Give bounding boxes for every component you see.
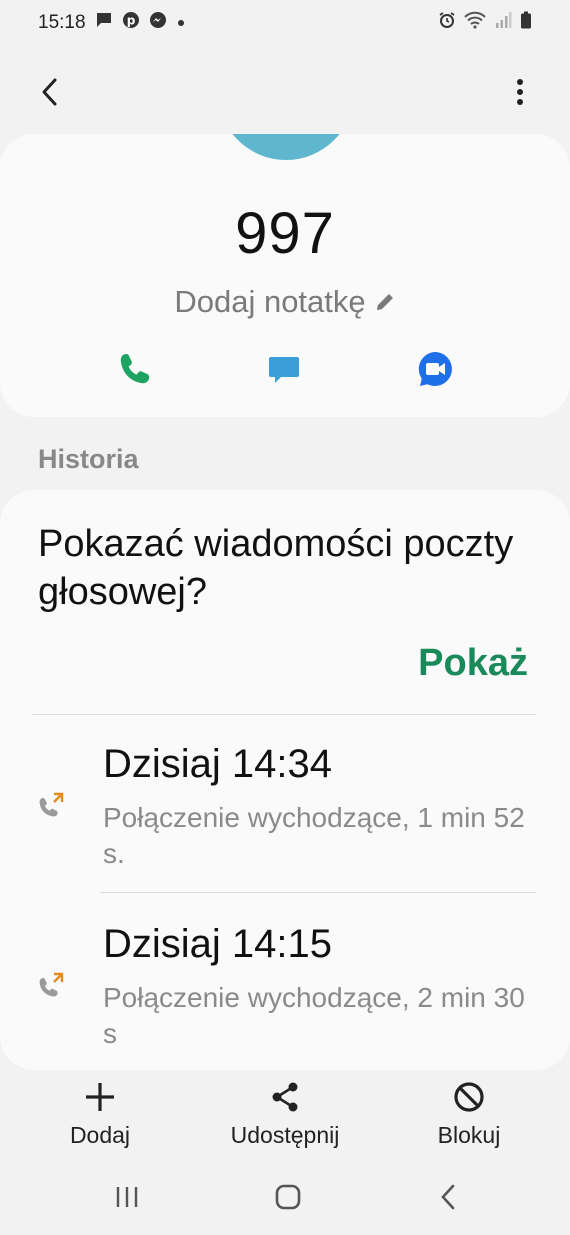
recent-apps-button[interactable] <box>107 1180 147 1214</box>
call-description: Połączenie wychodzące, 2 min 30 s <box>103 982 525 1049</box>
add-contact-button[interactable]: Dodaj <box>25 1080 175 1160</box>
history-card: Pokazać wiadomości poczty głosowej? Poka… <box>0 490 570 1070</box>
call-time: Dzisiaj 14:34 <box>103 742 333 786</box>
home-button[interactable] <box>268 1180 308 1214</box>
outgoing-call-icon <box>36 970 66 1000</box>
voicemail-prompt: Pokazać wiadomości poczty głosowej? <box>38 523 514 613</box>
pencil-icon <box>376 294 393 310</box>
battery-icon <box>520 11 532 35</box>
home-icon <box>275 1184 301 1210</box>
outgoing-call-icon <box>36 790 66 820</box>
svg-text:p: p <box>126 14 135 28</box>
chat-icon <box>269 357 299 383</box>
system-back-button[interactable] <box>428 1180 468 1214</box>
status-left: 15:18 p <box>38 11 186 35</box>
more-vertical-icon <box>517 79 523 105</box>
add-label: Dodaj <box>69 1122 131 1148</box>
dot-icon <box>176 12 186 34</box>
alarm-icon <box>438 11 456 35</box>
block-button[interactable]: Blokuj <box>394 1080 544 1160</box>
add-note-label: Dodaj notatkę <box>174 284 366 319</box>
phone-icon <box>120 354 150 384</box>
history-title: Historia <box>38 444 139 474</box>
chevron-left-icon <box>42 78 57 106</box>
divider <box>100 892 536 893</box>
divider <box>32 714 536 715</box>
contact-card: 997 Dodaj notatkę <box>0 134 570 417</box>
system-nav-bar <box>0 1170 570 1225</box>
video-call-button[interactable] <box>410 344 460 394</box>
share-label: Udostępnij <box>230 1122 340 1148</box>
block-label: Blokuj <box>437 1122 501 1148</box>
status-time: 15:18 <box>38 12 86 33</box>
signal-icon <box>494 11 512 35</box>
bottom-actions: Dodaj Udostępnij Blokuj <box>0 1080 570 1160</box>
status-right <box>438 11 532 35</box>
recents-icon <box>116 1187 138 1207</box>
contact-actions <box>0 344 570 394</box>
message-button[interactable] <box>259 344 309 394</box>
more-options-button[interactable] <box>500 72 540 112</box>
video-icon <box>418 352 452 386</box>
block-icon <box>454 1082 484 1112</box>
add-note-button[interactable]: Dodaj notatkę <box>0 284 570 320</box>
messenger-icon <box>149 11 167 35</box>
pinterest-icon: p <box>122 11 140 35</box>
share-icon <box>272 1082 298 1112</box>
wifi-icon <box>464 11 486 35</box>
show-voicemail-button[interactable]: Pokaż <box>418 642 528 685</box>
plus-icon <box>86 1083 114 1111</box>
call-description: Połączenie wychodzące, 1 min 52 s. <box>103 802 525 869</box>
message-icon <box>95 11 113 35</box>
share-button[interactable]: Udostępnij <box>210 1080 360 1160</box>
chevron-left-icon <box>441 1184 455 1210</box>
call-time: Dzisiaj 14:15 <box>103 922 333 966</box>
call-button[interactable] <box>110 344 160 394</box>
top-bar <box>0 60 570 120</box>
status-bar: 15:18 p <box>0 0 570 46</box>
avatar <box>218 134 354 160</box>
contact-number: 997 <box>235 201 335 266</box>
back-button[interactable] <box>30 72 70 112</box>
